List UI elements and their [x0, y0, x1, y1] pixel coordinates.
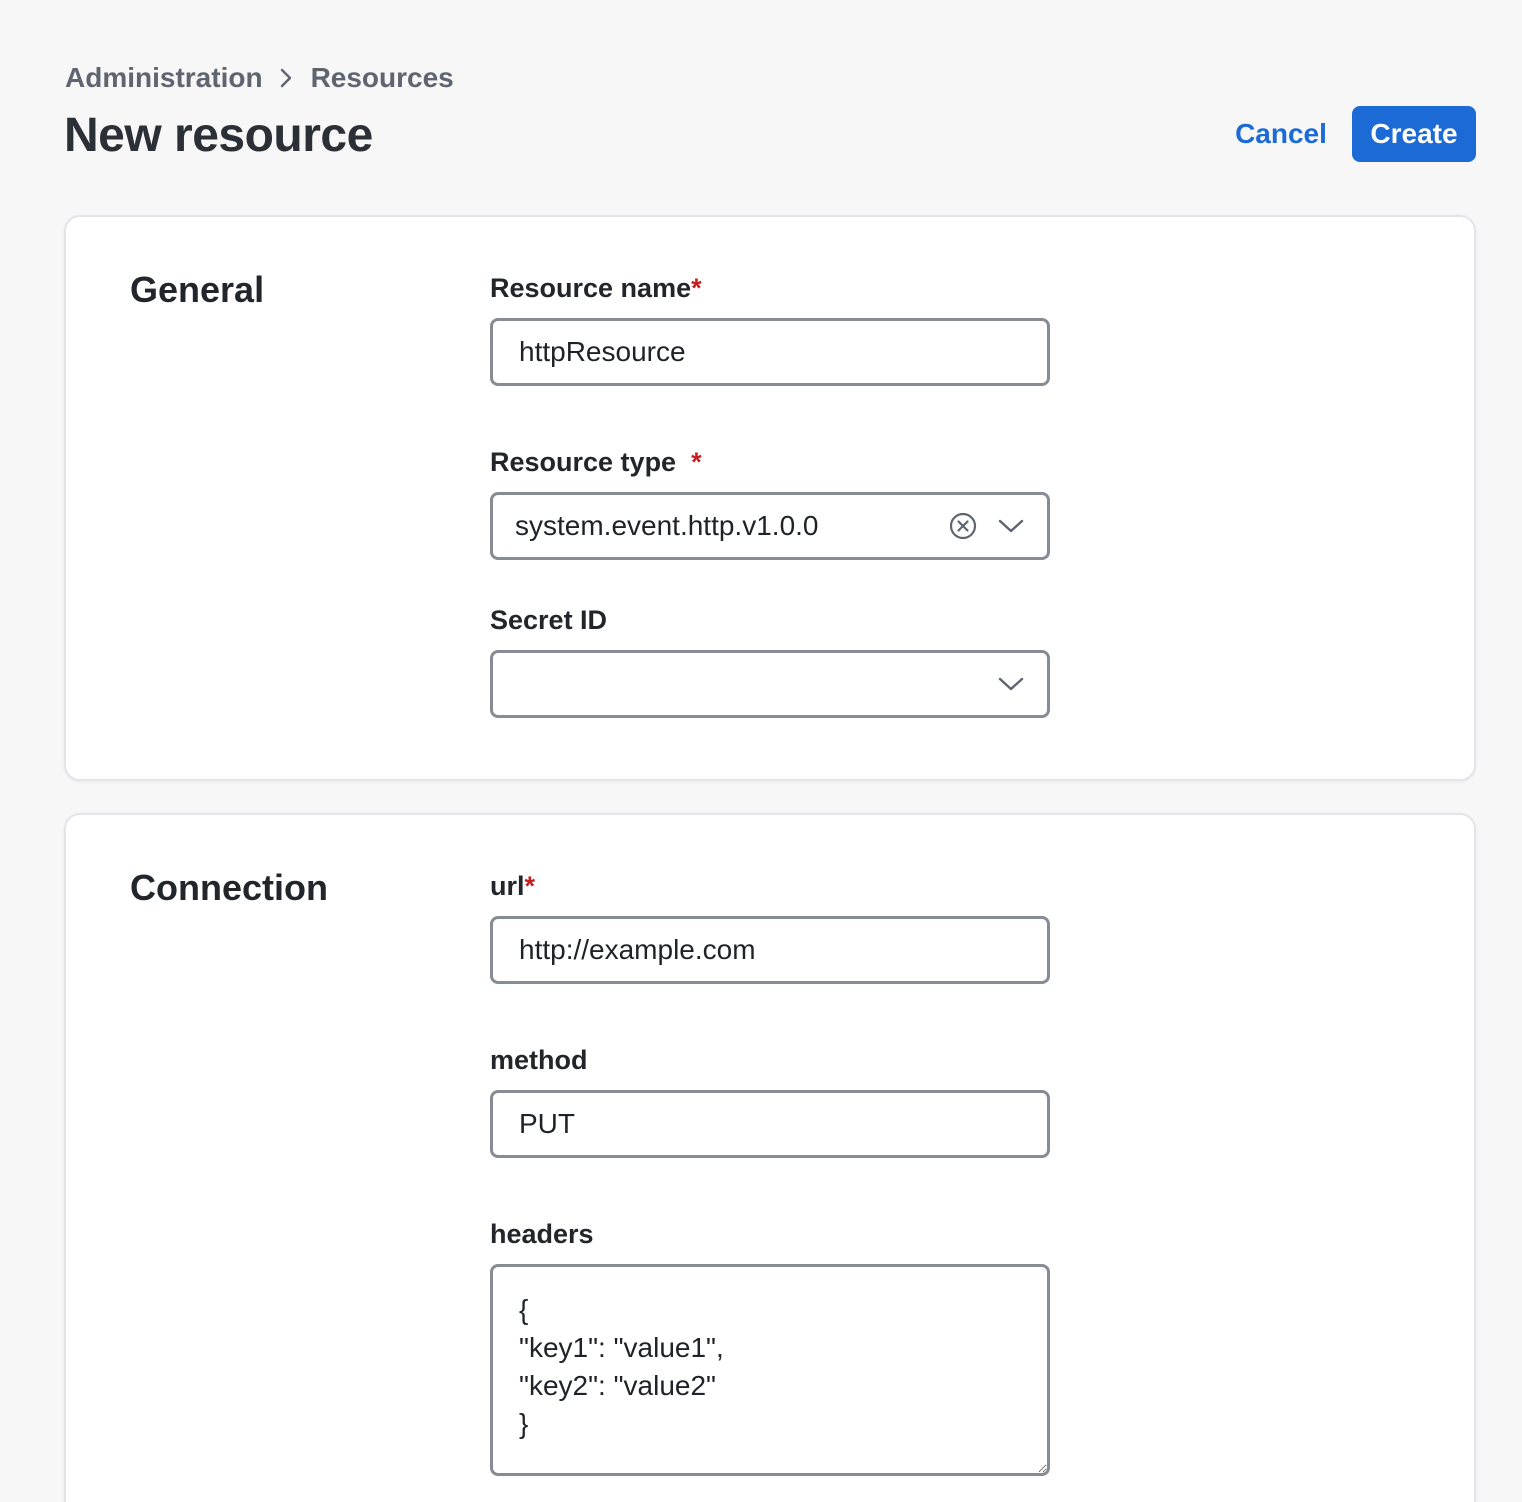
- cancel-button[interactable]: Cancel: [1226, 106, 1336, 162]
- chevron-down-icon[interactable]: [987, 660, 1035, 708]
- resource-name-label-text: Resource name: [490, 273, 692, 303]
- breadcrumb-administration[interactable]: Administration: [65, 62, 263, 94]
- breadcrumb-resources[interactable]: Resources: [311, 62, 454, 94]
- general-section-title: General: [130, 269, 265, 310]
- headers-label: headers: [490, 1219, 594, 1249]
- breadcrumb: Administration Resources: [65, 62, 454, 94]
- secret-id-select[interactable]: [490, 650, 1050, 718]
- page-title: New resource: [64, 109, 373, 162]
- new-resource-page: Administration Resources New resource Ca…: [0, 0, 1522, 1502]
- resource-type-select[interactable]: system.event.http.v1.0.0: [490, 492, 1050, 560]
- connection-section: Connection url* method headers { "key1":…: [64, 813, 1476, 1502]
- method-input[interactable]: [490, 1090, 1050, 1158]
- url-label-text: url: [490, 871, 525, 901]
- general-section: General Resource name* Resource type * s…: [64, 215, 1476, 781]
- url-label: url*: [490, 871, 535, 902]
- create-button[interactable]: Create: [1352, 106, 1476, 162]
- headers-textarea[interactable]: { "key1": "value1", "key2": "value2" }: [490, 1264, 1050, 1476]
- clear-circle-icon[interactable]: [939, 502, 987, 550]
- required-marker: *: [524, 871, 536, 901]
- connection-section-title: Connection: [130, 867, 328, 908]
- resource-type-label: Resource type *: [490, 447, 702, 478]
- resource-name-label: Resource name*: [490, 273, 702, 304]
- secret-id-label: Secret ID: [490, 605, 608, 635]
- resource-type-value: system.event.http.v1.0.0: [515, 510, 819, 541]
- chevron-down-icon[interactable]: [987, 502, 1035, 550]
- method-label: method: [490, 1045, 588, 1075]
- required-marker: *: [691, 447, 702, 477]
- url-input[interactable]: [490, 916, 1050, 984]
- chevron-right-icon: [279, 67, 293, 89]
- required-marker: *: [691, 273, 702, 303]
- resource-name-input[interactable]: [490, 318, 1050, 386]
- resource-type-label-text: Resource type: [490, 447, 677, 477]
